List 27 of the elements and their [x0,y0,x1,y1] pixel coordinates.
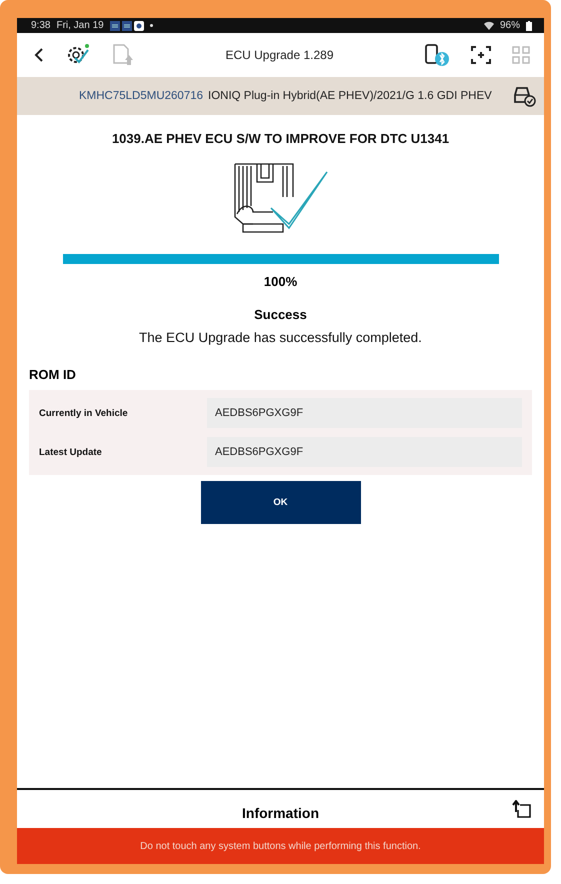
warning-banner: Do not touch any system buttons while performing this function. [17,828,544,864]
capture-icon[interactable] [470,45,492,65]
field-label: Currently in Vehicle [39,408,129,418]
ok-button[interactable]: OK [200,481,360,524]
section-heading: ROM ID [29,367,77,382]
vehicle-description: IONIQ Plug-in Hybrid(AE PHEV)/2021/G 1.6 GDI PHEV [208,90,493,102]
screen-title: ECU Upgrade 1.289 [224,48,335,62]
procedure-title: 1039.AE PHEV ECU S/W TO IMPROVE FOR DTC U1341 [112,131,450,146]
value-field: AEDBS6PGXG9F [207,398,522,428]
information-title[interactable]: Information [242,805,319,821]
value-field: AEDBS6PGXG9F [207,437,522,467]
progress-percent: 100% [264,274,298,289]
notification-icons [110,20,144,30]
result-title: Success [254,307,307,322]
status-date: Fri, Jan 19 [56,20,104,31]
vin-text: KMHC75LD5MU260716 [79,90,204,102]
wifi-icon [484,21,494,30]
car-check-icon[interactable] [512,85,536,107]
field-label: Latest Update [39,446,103,458]
back-icon[interactable] [33,47,45,63]
dot-icon [150,24,153,27]
battery-icon [526,20,532,30]
expand-icon[interactable] [512,800,532,818]
result-message: The ECU Upgrade has successfully completed. [139,330,422,345]
status-time: 9:38 [31,20,50,31]
battery-percent: 96% [500,20,520,31]
device-bluetooth-icon[interactable] [424,43,450,67]
